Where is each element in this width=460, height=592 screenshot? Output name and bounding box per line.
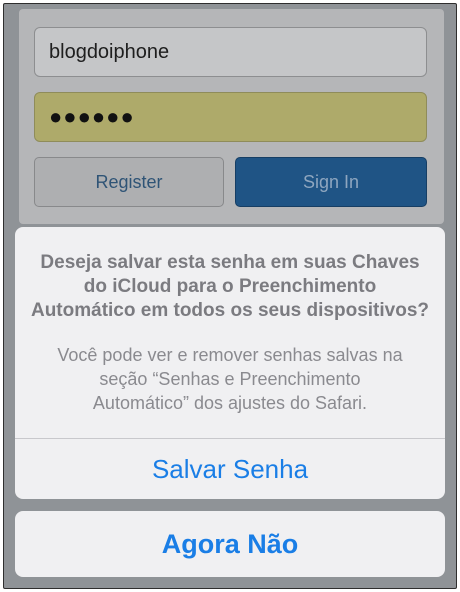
register-button[interactable]: Register <box>34 157 224 207</box>
save-password-sheet: Deseja salvar esta senha em suas Chaves … <box>15 227 445 499</box>
not-now-button[interactable]: Agora Não <box>15 511 445 577</box>
sheet-title-line: Automático em todos os seus dispositivos… <box>30 300 429 321</box>
sheet-title-line: do iCloud para o Preenchimento <box>83 276 377 297</box>
sign-in-button[interactable]: Sign In <box>235 157 427 207</box>
sheet-body-line: Automático” dos ajustes do Safari. <box>92 393 368 413</box>
password-field[interactable]: ●●●●●● <box>34 92 427 142</box>
username-field[interactable]: blogdoiphone <box>34 27 427 77</box>
username-value: blogdoiphone <box>49 40 170 63</box>
device-screen: blogdoiphone ●●●●●● Register Sign In Des… <box>3 3 457 589</box>
login-panel: blogdoiphone ●●●●●● Register Sign In <box>19 9 444 224</box>
sheet-message: Deseja salvar esta senha em suas Chaves … <box>15 227 445 438</box>
sheet-body-line: Você pode ver e remover senhas salvas na <box>57 345 403 365</box>
sheet-title-line: Deseja salvar esta senha em suas Chaves <box>40 252 420 273</box>
password-mask: ●●●●●● <box>49 104 135 129</box>
sheet-title: Deseja salvar esta senha em suas Chaves … <box>25 251 435 323</box>
save-password-button[interactable]: Salvar Senha <box>15 439 445 499</box>
sheet-body: Você pode ver e remover senhas salvas na… <box>25 343 435 415</box>
sheet-body-line: seção “Senhas e Preenchimento <box>99 369 361 389</box>
